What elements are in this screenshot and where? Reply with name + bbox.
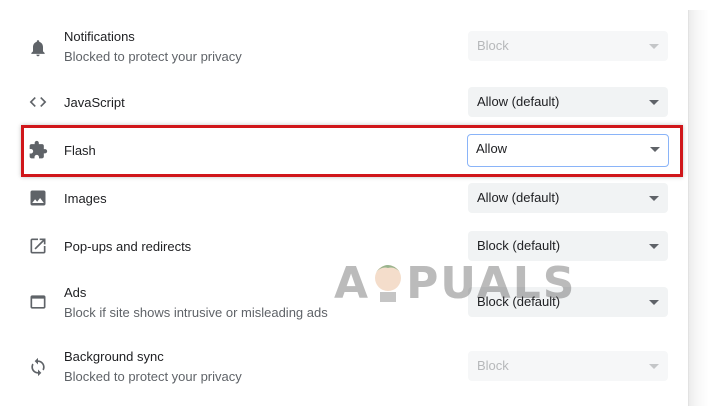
- appuals-watermark: A PUALS: [334, 258, 577, 309]
- ads-title: Ads: [64, 285, 87, 300]
- image-icon: [28, 188, 48, 208]
- popups-select-value: Block (default): [477, 238, 561, 253]
- open-in-new-icon: [28, 236, 48, 256]
- background-sync-subtitle: Blocked to protect your privacy: [64, 369, 242, 384]
- notifications-subtitle: Blocked to protect your privacy: [64, 49, 242, 64]
- sync-icon: [28, 357, 48, 377]
- images-select-value: Allow (default): [477, 190, 560, 205]
- chevron-down-icon: [649, 300, 659, 305]
- chevron-down-icon: [650, 147, 660, 152]
- chevron-down-icon: [649, 44, 659, 49]
- javascript-title: JavaScript: [64, 95, 125, 110]
- background-sync-select-value: Block: [477, 358, 509, 373]
- flash-select-value: Allow: [476, 141, 508, 156]
- notifications-title: Notifications: [64, 29, 135, 44]
- chevron-down-icon: [649, 364, 659, 369]
- chevron-down-icon: [649, 244, 659, 249]
- popups-select[interactable]: Block (default): [468, 231, 668, 261]
- notifications-select: Block: [468, 31, 668, 61]
- code-icon: [28, 92, 48, 112]
- bell-icon: [28, 38, 48, 58]
- ads-subtitle: Block if site shows intrusive or mislead…: [64, 305, 328, 320]
- javascript-select-value: Allow (default): [477, 94, 560, 109]
- javascript-select[interactable]: Allow (default): [468, 87, 668, 117]
- images-title: Images: [64, 191, 107, 206]
- chevron-down-icon: [649, 196, 659, 201]
- mascot-logo: [375, 265, 402, 302]
- flash-title: Flash: [64, 143, 96, 158]
- window-icon: [28, 292, 48, 312]
- chevron-down-icon: [649, 100, 659, 105]
- popups-title: Pop-ups and redirects: [64, 239, 192, 254]
- background-sync-select: Block: [468, 351, 668, 381]
- scrollbar-track[interactable]: [688, 10, 709, 406]
- site-settings-screenshot: Notifications Blocked to protect your pr…: [0, 0, 715, 412]
- flash-select[interactable]: Allow: [467, 134, 669, 167]
- background-sync-title: Background sync: [64, 349, 164, 364]
- images-select[interactable]: Allow (default): [468, 183, 668, 213]
- notifications-select-value: Block: [477, 38, 509, 53]
- puzzle-icon: [28, 140, 48, 160]
